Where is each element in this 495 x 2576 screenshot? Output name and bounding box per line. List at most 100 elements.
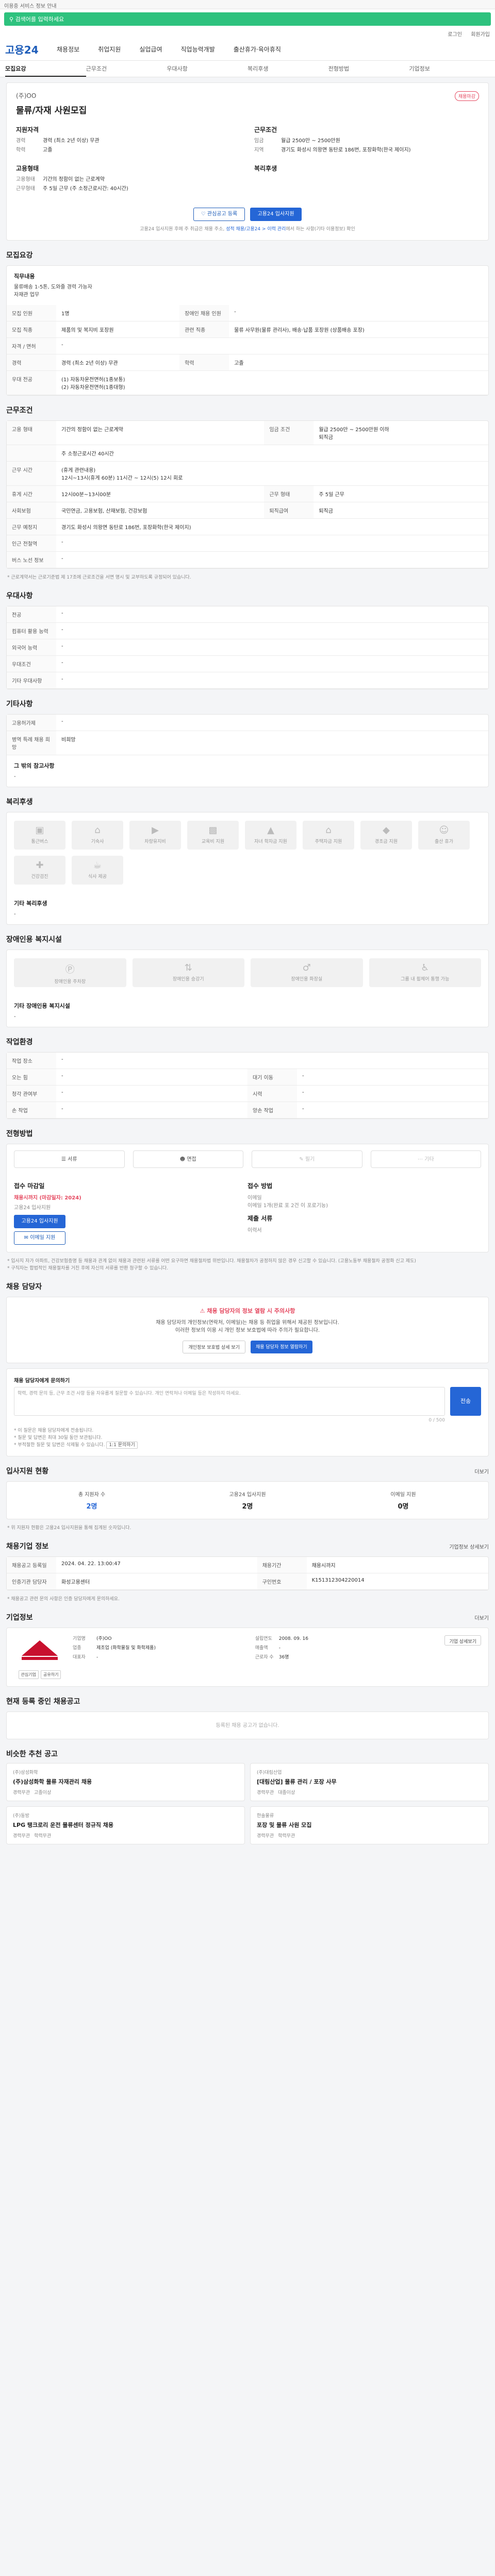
search-bar[interactable]: ⚲ 검색어를 입력하세요 (4, 12, 491, 26)
related-card[interactable]: (주)동방 LPG 탱크로리 운전 물류센터 정규직 채용 경력무관 학력무관 (6, 1806, 245, 1844)
info-value: 2008. 09. 16 (278, 1636, 308, 1641)
recruit-section: 직무내용 물류배송 1-5톤, 도와줄 경력 가능자 자재관 업무 모집 인원 1… (6, 265, 489, 396)
cell-label: 장애인 채용 인원 (179, 305, 229, 321)
related-card[interactable]: 한솔물류 포장 및 물류 사원 모집 경력무관 학력무관 (250, 1806, 489, 1844)
kv-value: 주 5일 근무 (주 소정근로시간: 40시간) (43, 186, 128, 192)
question-send-button[interactable]: 전송 (450, 1387, 481, 1416)
stats-more-link[interactable]: 더보기 (474, 1467, 489, 1475)
note-line: * 부적절한 질문 및 답변은 삭제될 수 있습니다. 1:1 문의하기 (14, 1442, 481, 1449)
related-card[interactable]: (주)대림산업 [대림산업] 물류 관리 / 포장 사무 경력무관 대졸이상 (250, 1763, 489, 1801)
cell-value: - (56, 1069, 248, 1086)
scrap-button[interactable]: ♡ 관심공고 등록 (193, 208, 245, 221)
related-meta: 경력무관 (257, 1790, 274, 1795)
info-label: 매출액 (255, 1646, 268, 1651)
info-detail-link[interactable]: 기업정보 상세보기 (449, 1543, 489, 1550)
kv-label: 경력 (16, 138, 26, 144)
gnb-item[interactable]: 취업지원 (98, 45, 121, 54)
heart-icon: ♡ (201, 211, 206, 217)
bus-icon: ▣ (35, 825, 44, 836)
cell-label: 양손 작업 (248, 1101, 297, 1118)
kv-label: 지역 (254, 147, 264, 153)
graduation-icon: ▲ (267, 825, 274, 836)
stat-item: 이메일 지원 0명 (325, 1490, 481, 1511)
related-card[interactable]: (주)삼성화학 (주)삼성화학 물류 자재관리 채용 경력무관 고졸이상 (6, 1763, 245, 1801)
facility-label: 장애인용 승강기 (172, 977, 204, 982)
tab-apply[interactable]: 전형방법 (328, 61, 409, 77)
facility-item: ⇅ 장애인용 승강기 (132, 958, 244, 987)
welfare-item: ▣ 통근버스 (14, 821, 65, 850)
apply-online-button[interactable]: 고용24 입사지원 (14, 1215, 65, 1228)
stat-label: 총 지원자 수 (78, 1492, 106, 1498)
stat-value: 0명 (398, 1503, 409, 1511)
recruit-section-title: 모집요강 (6, 251, 33, 260)
related-company: (주)동방 (13, 1814, 29, 1819)
signup-link[interactable]: 회원가입 (471, 32, 490, 38)
warning-icon: ⚠ (200, 1308, 205, 1314)
cell-label: 시력 (248, 1085, 297, 1102)
cell-label: 채용공고 등록일 (7, 1557, 56, 1573)
company-name[interactable]: (주)OO (16, 91, 479, 100)
company-detail-button[interactable]: 기업 상세보기 (444, 1635, 481, 1646)
pencil-icon: ✎ (299, 1157, 304, 1162)
welfare-item: ▩ 교육비 지원 (187, 821, 239, 850)
cell-label: 근무 시간 (7, 461, 56, 486)
site-logo[interactable]: 고용24 (5, 42, 57, 57)
table-row: 청각 관여부 - 시력 - (7, 1085, 488, 1102)
gnb-item[interactable]: 채용정보 (57, 45, 79, 54)
prefer-table: 전공 - 컴퓨터 활용 능력 - 외국어 능력 - 우대조건 - 기타 우대사항 - (7, 606, 488, 689)
gnb-item[interactable]: 직업능력개발 (181, 45, 215, 54)
stats-section: 총 지원자 수 2명 고용24 입사지원 2명 이메일 지원 0명 (6, 1481, 489, 1519)
gnb-item[interactable]: 출산휴가·육아휴직 (234, 45, 281, 54)
apply-email-button[interactable]: ✉ 이메일 지원 (14, 1231, 65, 1245)
apply-footnote: * 입사지 자가 아파트, 건강보험증명 등 채용과 관계 없이 채용과 관련된… (7, 1259, 416, 1271)
cell-label: 청각 관여부 (7, 1085, 56, 1102)
info-header: 채용기업 정보 기업정보 상세보기 (6, 1541, 489, 1551)
table-row: 근무 예정지 경기도 화성시 의왕면 동탄로 186번, 포장화학(한국 제이지) (7, 518, 488, 535)
tab-welfare[interactable]: 복리후생 (248, 61, 328, 77)
welfare-item: ◆ 경조금 지원 (360, 821, 412, 850)
welfare-item: ⌂ 기숙사 (72, 821, 123, 850)
info-label: 대표자 (73, 1655, 86, 1660)
stat-item: 총 지원자 수 2명 (14, 1490, 170, 1511)
work-section-title: 근무조건 (6, 406, 33, 415)
inquiry-button[interactable]: 1:1 문의하기 (106, 1442, 138, 1449)
stat-item: 고용24 입사지원 2명 (170, 1490, 325, 1511)
company-more-link[interactable]: 더보기 (474, 1614, 489, 1621)
cell-value: 국민연금, 고용보험, 산재보험, 건강보험 (56, 502, 265, 519)
welfare-heading: 복리후생 (254, 165, 277, 172)
info-value: (주)OO (96, 1636, 112, 1641)
table-row: 고용 형태 기간의 정함이 없는 근로계약 임금 조건 월급 2500만 ~ 2500… (7, 421, 488, 445)
tab-prefer[interactable]: 우대사항 (167, 61, 248, 77)
view-contact-button[interactable]: 채용 담당자 정보 열람하기 (251, 1341, 312, 1353)
facility-label: 장애인용 주차장 (54, 979, 86, 985)
cell-value: K151312304220014 (306, 1573, 488, 1590)
table-row: 병역 특례 채용 희망 비희망 (7, 731, 488, 755)
cell-value: - (56, 1101, 248, 1118)
tab-company[interactable]: 기업정보 (409, 61, 490, 77)
share-button[interactable]: 공유하기 (41, 1670, 61, 1679)
gnb-item[interactable]: 실업급여 (139, 45, 162, 54)
apply-method-row: ☰ 서류 ☻ 면접 ✎ 필기 ⋯ 기타 (7, 1144, 488, 1174)
login-link[interactable]: 로그인 (448, 32, 462, 38)
stats-section-title: 입사지원 현황 (6, 1467, 49, 1476)
method-interview: ☻ 면접 (133, 1150, 243, 1168)
tab-work[interactable]: 근무조건 (86, 61, 167, 77)
book-icon: ▩ (208, 825, 218, 836)
kv-value: 기간의 정함이 없는 근로계약 (43, 177, 105, 182)
tab-recruit[interactable]: 모집요강 (5, 61, 86, 77)
search-area: ⚲ 검색어를 입력하세요 (0, 9, 495, 29)
cell-label: 모집 직종 (7, 321, 56, 338)
cell-label: 모집 인원 (7, 305, 56, 321)
apply-notice-pre: 고용24 입사지원 후에 주 취급은 채용 주소, (140, 227, 226, 232)
apply-button[interactable]: 고용24 입사지원 (250, 208, 302, 221)
apply-notice-link[interactable]: 성적 채용/고용24 > 이력 관리 (226, 227, 286, 232)
note-text: * 부적절한 질문 및 답변은 삭제될 수 있습니다. (14, 1443, 105, 1448)
question-input[interactable]: 학력, 경력 문의 등, 근무 조건 사항 등을 자유롭게 질문할 수 있습니다… (14, 1387, 445, 1416)
method-label: 면접 (187, 1157, 196, 1162)
etc-extra-heading: 그 밖의 참고사항 (14, 762, 55, 769)
gift-icon: ◆ (383, 825, 390, 836)
cell-value: - (56, 1085, 248, 1102)
favorite-company-button[interactable]: 관심기업 (18, 1670, 39, 1679)
table-row: 전공 - (7, 606, 488, 623)
privacy-law-button[interactable]: 개인정보 보호법 상세 보기 (183, 1341, 245, 1353)
